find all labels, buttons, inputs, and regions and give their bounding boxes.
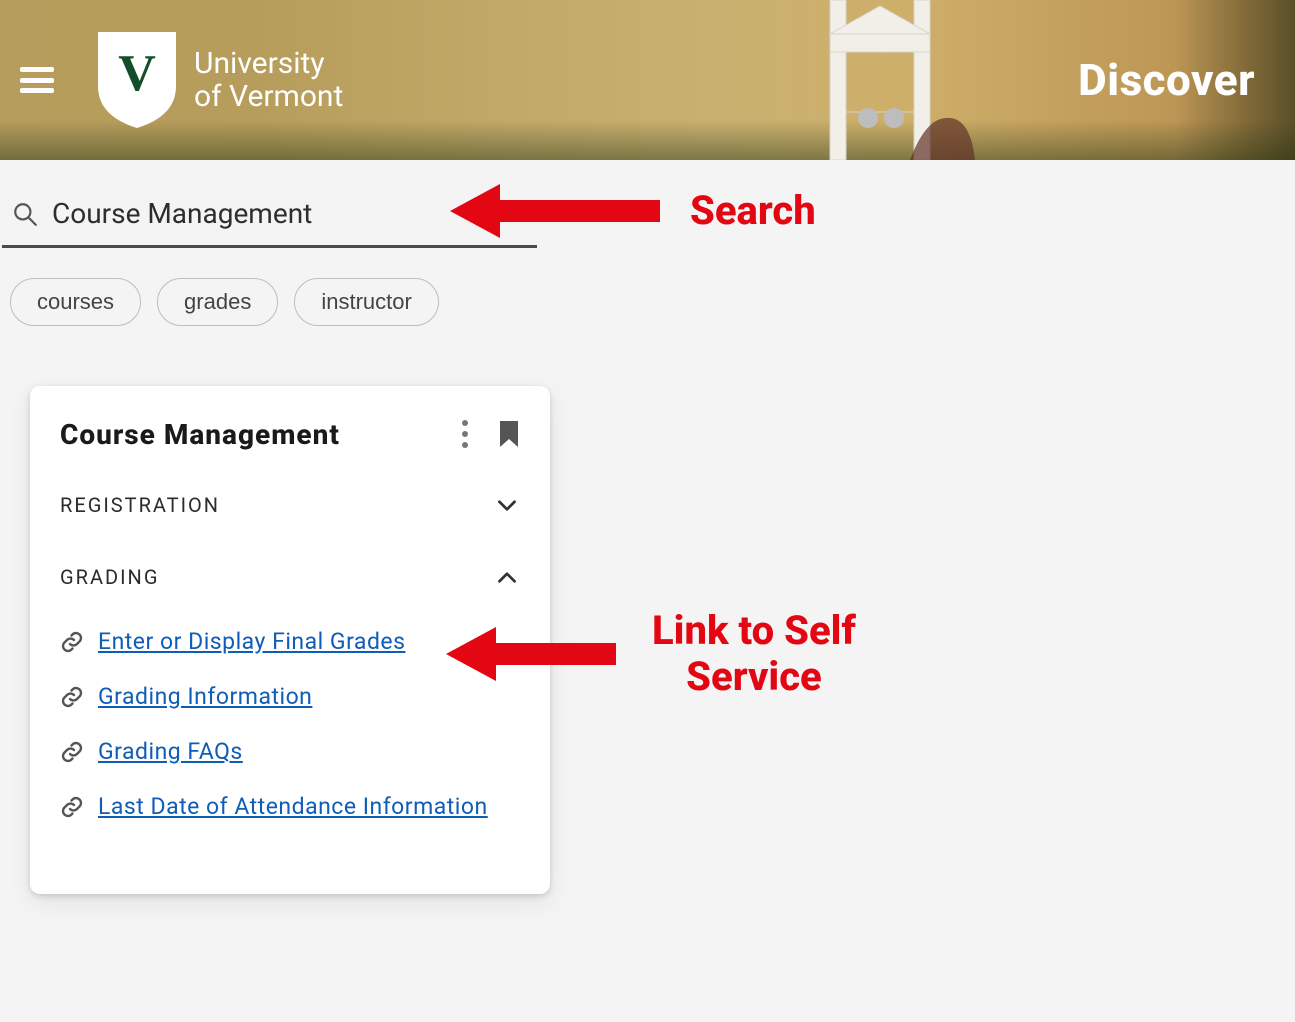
grading-links: Enter or Display Final Grades Grading In… <box>60 608 520 834</box>
link-enter-final-grades[interactable]: Enter or Display Final Grades <box>98 628 405 655</box>
filter-chip-row: courses grades instructor <box>0 248 1295 326</box>
card-more-icon[interactable] <box>458 416 472 452</box>
link-grading-faqs[interactable]: Grading FAQs <box>98 738 243 765</box>
chevron-down-icon <box>494 492 520 518</box>
search-icon <box>12 201 38 227</box>
uvm-shield-logo-icon: V <box>94 30 180 130</box>
section-registration-title: REGISTRATION <box>60 493 220 517</box>
search-input[interactable] <box>50 196 527 231</box>
search-row <box>0 160 1295 248</box>
link-grading-information[interactable]: Grading Information <box>98 683 312 710</box>
chevron-up-icon <box>494 564 520 590</box>
link-row-grading-faqs: Grading FAQs <box>60 724 520 779</box>
search-field-wrap[interactable] <box>2 184 537 248</box>
link-icon <box>60 630 84 654</box>
section-grading-title: GRADING <box>60 565 159 589</box>
course-management-card: Course Management REGISTRATION GRADING <box>30 386 550 894</box>
discover-heading: Discover <box>1078 54 1255 106</box>
annotation-self-service-line1: Link to Self <box>652 608 856 654</box>
filter-chip-courses[interactable]: courses <box>10 278 141 326</box>
link-icon <box>60 740 84 764</box>
bookmark-icon[interactable] <box>498 420 520 448</box>
annotation-self-service-line2: Service <box>652 654 856 700</box>
brand-line1: University <box>194 47 343 80</box>
brand-text: University of Vermont <box>194 47 343 113</box>
brand-line2: of Vermont <box>194 80 343 113</box>
section-registration-toggle[interactable]: REGISTRATION <box>60 474 520 536</box>
annotation-self-service-label: Link to Self Service <box>652 608 856 700</box>
link-row-last-date-attendance: Last Date of Attendance Information <box>60 779 520 834</box>
header-banner: V University of Vermont Discover <box>0 0 1295 160</box>
hamburger-menu-icon[interactable] <box>20 67 54 93</box>
link-last-date-attendance[interactable]: Last Date of Attendance Information <box>98 793 488 820</box>
filter-chip-grades[interactable]: grades <box>157 278 278 326</box>
link-icon <box>60 795 84 819</box>
link-row-grading-info: Grading Information <box>60 669 520 724</box>
card-header: Course Management <box>60 416 520 452</box>
card-title: Course Management <box>60 418 340 451</box>
section-grading-toggle[interactable]: GRADING <box>60 536 520 608</box>
link-row-enter-grades: Enter or Display Final Grades <box>60 614 520 669</box>
filter-chip-instructor[interactable]: instructor <box>294 278 438 326</box>
svg-text:V: V <box>118 45 156 102</box>
brand[interactable]: V University of Vermont <box>94 30 343 130</box>
banner-tower-decoration <box>770 0 990 160</box>
link-icon <box>60 685 84 709</box>
